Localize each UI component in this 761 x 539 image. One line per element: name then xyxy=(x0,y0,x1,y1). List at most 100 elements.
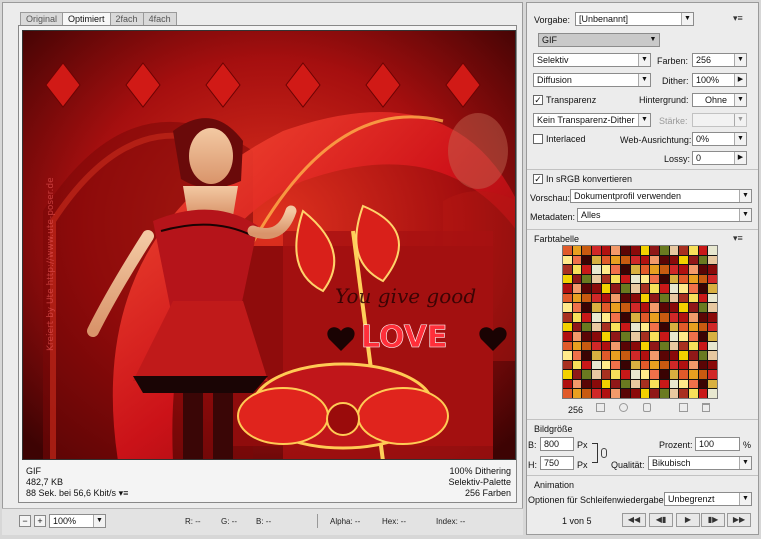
color-swatch[interactable] xyxy=(650,389,659,398)
format-select[interactable]: GIF ▼ xyxy=(538,33,660,47)
color-swatch[interactable] xyxy=(601,379,611,389)
color-swatch[interactable] xyxy=(688,351,698,360)
web-shift-icon[interactable] xyxy=(619,403,628,412)
color-swatch[interactable] xyxy=(582,379,592,389)
color-swatch[interactable] xyxy=(572,379,582,389)
color-swatch[interactable] xyxy=(611,246,621,255)
colortable-menu-icon[interactable]: ▾≡ xyxy=(733,233,743,244)
color-swatch[interactable] xyxy=(640,265,650,274)
color-swatch[interactable] xyxy=(708,360,717,370)
color-swatch[interactable] xyxy=(563,284,572,293)
color-swatch[interactable] xyxy=(688,341,698,351)
color-swatch[interactable] xyxy=(582,284,592,293)
color-swatch[interactable] xyxy=(563,312,572,322)
tab-2up[interactable]: 2fach xyxy=(109,12,144,26)
color-swatch[interactable] xyxy=(572,360,582,370)
color-swatch[interactable] xyxy=(563,303,572,312)
color-swatch[interactable] xyxy=(688,332,698,341)
color-swatch[interactable] xyxy=(640,312,650,322)
zoom-in-button[interactable]: + xyxy=(34,515,46,527)
color-swatch[interactable] xyxy=(630,379,640,389)
color-swatch[interactable] xyxy=(688,312,698,322)
color-swatch[interactable] xyxy=(601,360,611,370)
color-swatch[interactable] xyxy=(688,379,698,389)
color-swatch[interactable] xyxy=(708,255,717,265)
color-swatch[interactable] xyxy=(708,389,717,398)
color-swatch[interactable] xyxy=(621,303,630,312)
color-swatch[interactable] xyxy=(698,293,708,303)
color-swatch[interactable] xyxy=(630,255,640,265)
color-swatch[interactable] xyxy=(621,246,630,255)
color-swatch[interactable] xyxy=(659,389,669,398)
color-swatch[interactable] xyxy=(572,370,582,379)
color-swatch[interactable] xyxy=(679,312,688,322)
color-swatch[interactable] xyxy=(630,389,640,398)
color-swatch[interactable] xyxy=(572,255,582,265)
color-swatch[interactable] xyxy=(640,322,650,332)
zoom-select[interactable]: 100% ▼ xyxy=(49,514,106,528)
color-swatch[interactable] xyxy=(679,389,688,398)
color-swatch[interactable] xyxy=(659,284,669,293)
color-swatch[interactable] xyxy=(592,389,601,398)
color-swatch[interactable] xyxy=(601,351,611,360)
color-swatch[interactable] xyxy=(669,389,679,398)
color-swatch[interactable] xyxy=(688,389,698,398)
color-swatch[interactable] xyxy=(659,332,669,341)
color-swatch[interactable] xyxy=(640,246,650,255)
new-color-icon[interactable] xyxy=(679,403,688,412)
color-swatch[interactable] xyxy=(630,322,640,332)
color-swatch[interactable] xyxy=(563,255,572,265)
color-swatch[interactable] xyxy=(630,370,640,379)
color-swatch[interactable] xyxy=(640,284,650,293)
color-swatch[interactable] xyxy=(698,255,708,265)
color-swatch[interactable] xyxy=(621,284,630,293)
color-swatch[interactable] xyxy=(572,312,582,322)
color-swatch[interactable] xyxy=(698,312,708,322)
color-swatch[interactable] xyxy=(572,303,582,312)
color-swatch[interactable] xyxy=(669,303,679,312)
color-swatch[interactable] xyxy=(572,389,582,398)
color-swatch[interactable] xyxy=(563,370,572,379)
color-swatch[interactable] xyxy=(582,351,592,360)
color-swatch[interactable] xyxy=(621,351,630,360)
color-swatch[interactable] xyxy=(621,322,630,332)
color-swatch[interactable] xyxy=(592,360,601,370)
color-swatch[interactable] xyxy=(621,379,630,389)
color-swatch[interactable] xyxy=(708,284,717,293)
color-swatch[interactable] xyxy=(659,341,669,351)
color-swatch[interactable] xyxy=(582,255,592,265)
color-swatch[interactable] xyxy=(563,389,572,398)
color-swatch[interactable] xyxy=(688,284,698,293)
color-swatch[interactable] xyxy=(669,265,679,274)
color-swatch[interactable] xyxy=(698,370,708,379)
color-swatch[interactable] xyxy=(688,303,698,312)
color-swatch[interactable] xyxy=(640,360,650,370)
color-swatch[interactable] xyxy=(659,351,669,360)
color-swatch[interactable] xyxy=(640,370,650,379)
color-swatch[interactable] xyxy=(698,351,708,360)
color-swatch[interactable] xyxy=(640,379,650,389)
color-swatch[interactable] xyxy=(582,265,592,274)
color-swatch[interactable] xyxy=(592,351,601,360)
color-swatch[interactable] xyxy=(630,332,640,341)
color-swatch[interactable] xyxy=(601,255,611,265)
color-swatch[interactable] xyxy=(630,265,640,274)
color-swatch[interactable] xyxy=(708,265,717,274)
play-button[interactable]: ▶ xyxy=(676,513,700,527)
color-swatch[interactable] xyxy=(630,293,640,303)
color-swatch[interactable] xyxy=(563,351,572,360)
color-swatch[interactable] xyxy=(621,293,630,303)
color-swatch[interactable] xyxy=(650,332,659,341)
color-swatch[interactable] xyxy=(601,341,611,351)
color-swatch[interactable] xyxy=(679,265,688,274)
color-swatch[interactable] xyxy=(708,293,717,303)
color-swatch[interactable] xyxy=(708,341,717,351)
color-swatch[interactable] xyxy=(630,341,640,351)
download-speed-menu-icon[interactable]: ▾≡ xyxy=(119,488,129,498)
color-swatch[interactable] xyxy=(659,312,669,322)
trash-icon[interactable] xyxy=(702,403,710,412)
width-input[interactable]: 800 xyxy=(540,437,574,451)
color-swatch[interactable] xyxy=(650,303,659,312)
color-swatch[interactable] xyxy=(708,322,717,332)
color-swatch[interactable] xyxy=(611,389,621,398)
